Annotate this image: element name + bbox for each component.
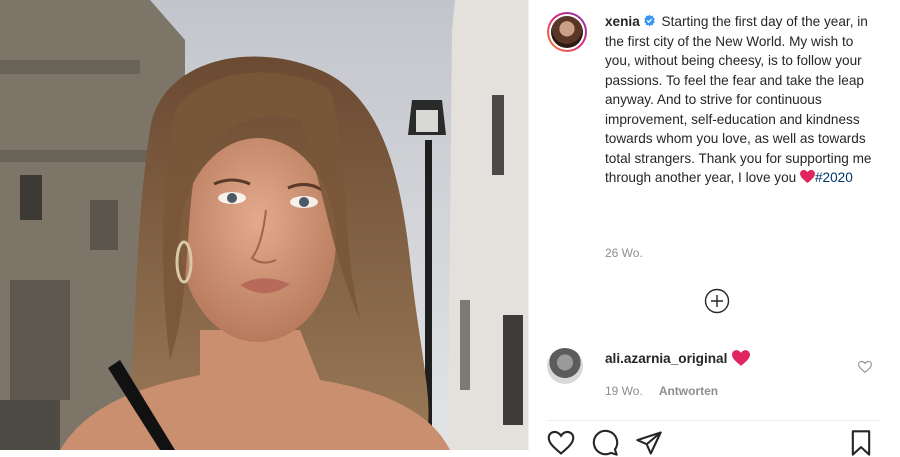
- comment-time[interactable]: 19 Wo.: [605, 384, 643, 398]
- instagram-post: xenia Starting the first day of the year…: [0, 0, 900, 456]
- commenter-avatar[interactable]: [547, 348, 583, 384]
- commenter-username[interactable]: ali.azarnia_original: [605, 351, 727, 366]
- action-bar: [547, 420, 880, 456]
- reply-button[interactable]: Antworten: [659, 384, 718, 398]
- save-icon[interactable]: [847, 429, 875, 457]
- post-image: [0, 0, 528, 450]
- verified-badge-icon: [644, 14, 655, 27]
- post-photo[interactable]: [0, 0, 528, 450]
- add-circle-icon[interactable]: [704, 288, 730, 314]
- comment-like-icon[interactable]: [858, 360, 872, 374]
- author-avatar[interactable]: [547, 12, 587, 52]
- post-time[interactable]: 26 Wo.: [605, 246, 643, 260]
- heart-emoji-icon: [800, 170, 815, 183]
- author-username[interactable]: xenia: [605, 14, 640, 29]
- like-icon[interactable]: [547, 429, 575, 457]
- post-sidebar: xenia Starting the first day of the year…: [528, 0, 900, 456]
- comment-meta: 19 Wo. Antworten: [605, 384, 734, 398]
- caption-row: xenia Starting the first day of the year…: [547, 12, 876, 188]
- avatar-image: [551, 16, 583, 48]
- comment-item: ali.azarnia_original 19 Wo. Antworten: [547, 346, 876, 406]
- caption-text: Starting the first day of the year, in t…: [605, 14, 872, 185]
- caption: xenia Starting the first day of the year…: [605, 12, 875, 188]
- comment-icon[interactable]: [591, 429, 619, 457]
- share-icon[interactable]: [635, 429, 663, 457]
- hashtag-link[interactable]: #2020: [815, 170, 853, 185]
- heart-emoji-icon: [732, 350, 751, 366]
